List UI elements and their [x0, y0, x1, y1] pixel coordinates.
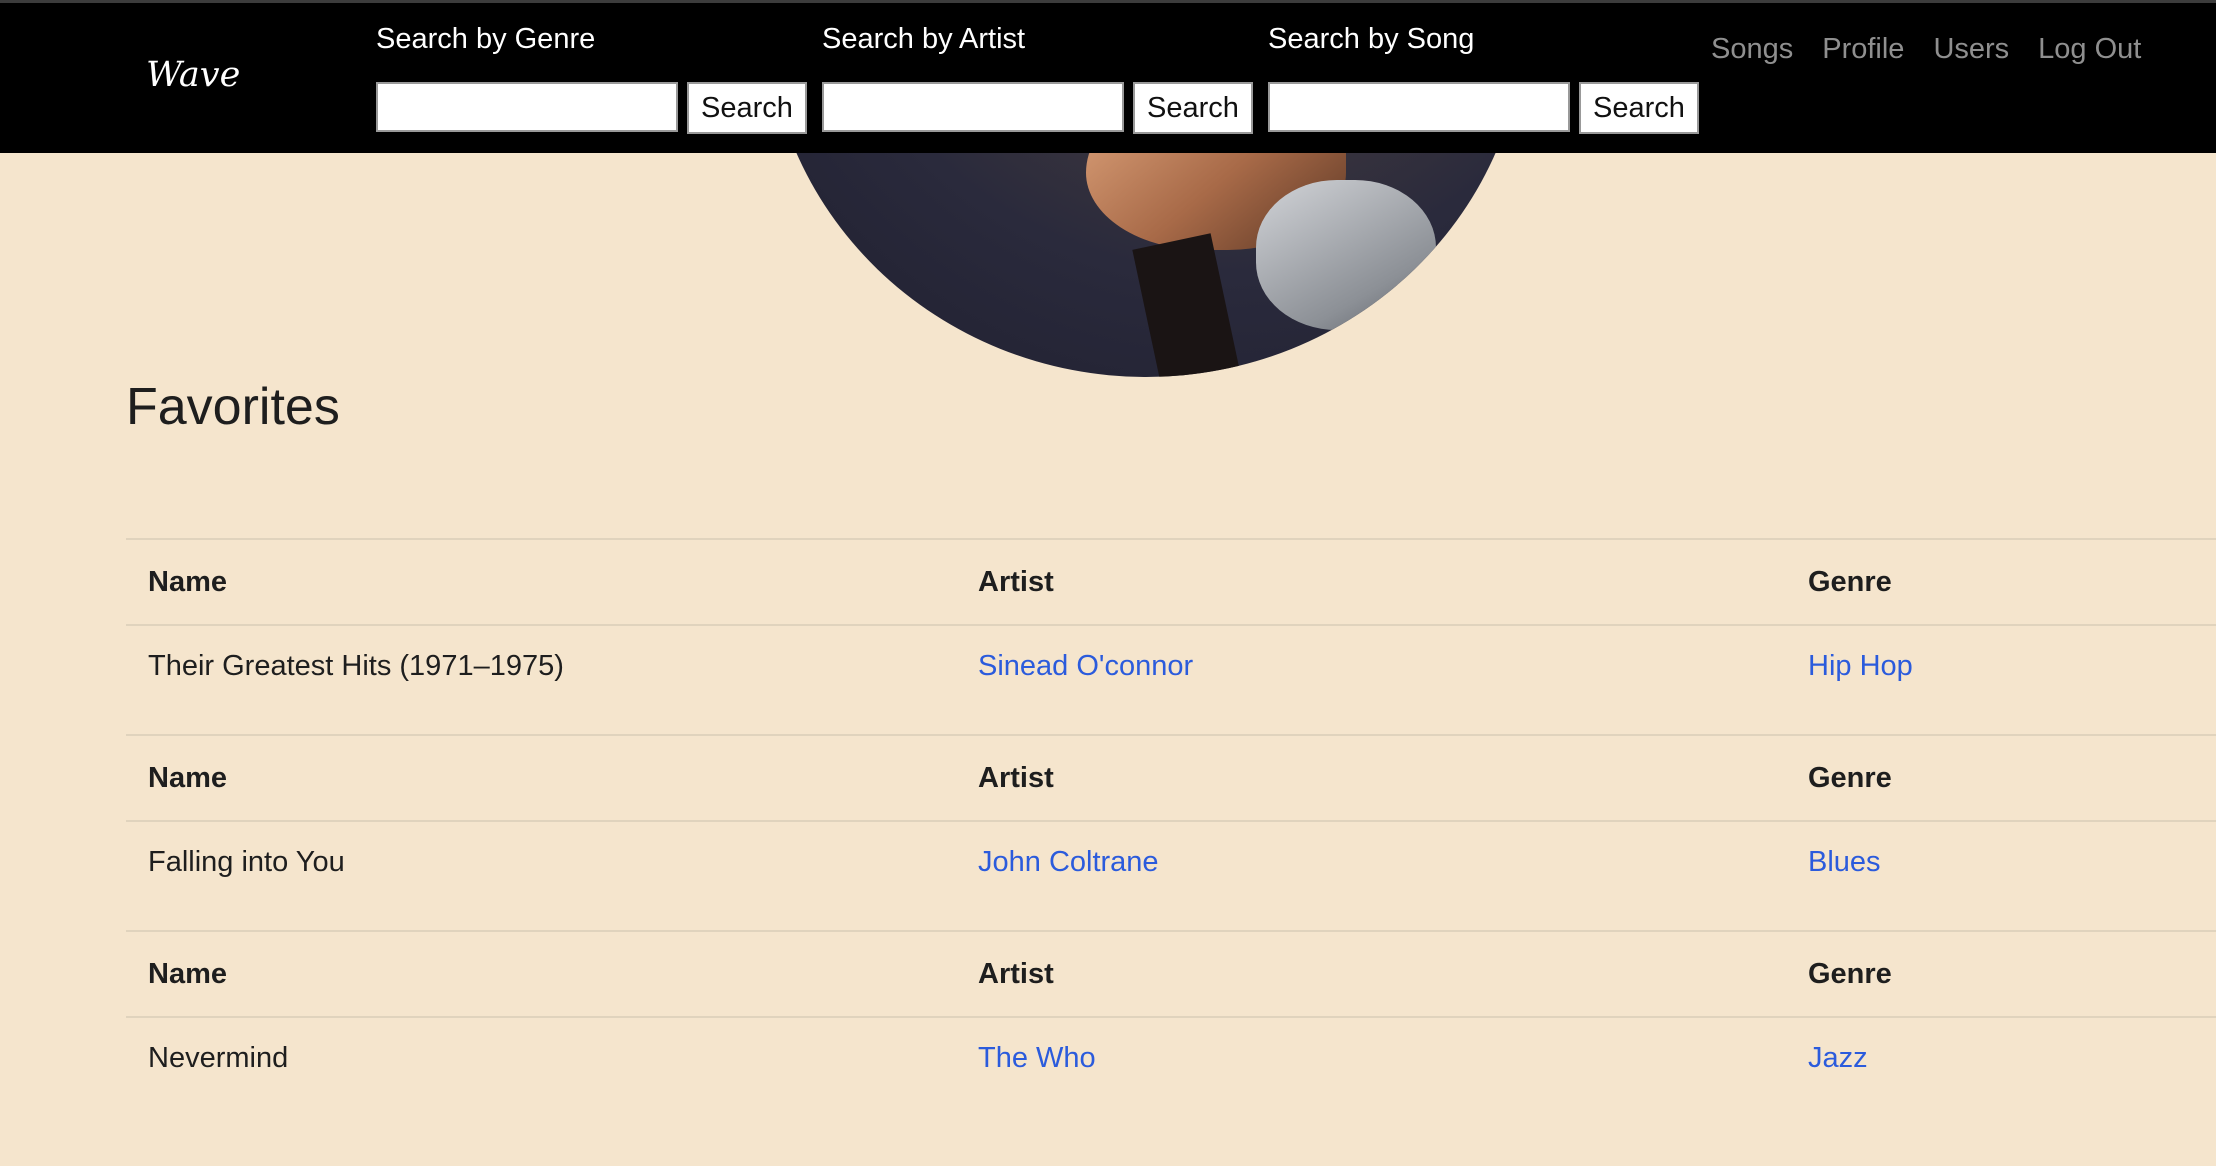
- genre-link[interactable]: Blues: [1808, 846, 1881, 878]
- table-header-row: Name Artist Genre: [126, 734, 2216, 821]
- table-row: Falling into You John Coltrane Blues: [126, 820, 2216, 931]
- header-genre: Genre: [1786, 538, 2216, 625]
- genre-search: Search by Genre Search: [376, 19, 807, 134]
- genre-cell: Hip Hop: [1786, 624, 2216, 735]
- artist-search-label: Search by Artist: [822, 23, 1026, 55]
- genre-link[interactable]: Jazz: [1808, 1042, 1868, 1074]
- table-header-row: Name Artist Genre: [126, 930, 2216, 1017]
- avatar-sleeve: [1256, 180, 1436, 330]
- table-row: Their Greatest Hits (1971–1975) Sinead O…: [126, 624, 2216, 735]
- genre-search-button[interactable]: Search: [687, 82, 807, 134]
- nav-profile[interactable]: Profile: [1822, 33, 1904, 66]
- nav-users[interactable]: Users: [1933, 33, 2009, 66]
- table-header-row: Name Artist Genre: [126, 538, 2216, 625]
- artist-link[interactable]: The Who: [978, 1042, 1096, 1074]
- top-navbar: Wave Search by Genre Search Search by Ar…: [0, 0, 2216, 153]
- header-artist: Artist: [956, 930, 1786, 1017]
- song-search-button[interactable]: Search: [1579, 82, 1699, 134]
- header-genre: Genre: [1786, 930, 2216, 1017]
- table-row: Nevermind The Who Jazz: [126, 1016, 2216, 1127]
- genre-cell: Blues: [1786, 820, 2216, 931]
- favorites-table: Name Artist Genre Their Greatest Hits (1…: [126, 538, 2216, 1127]
- genre-search-input[interactable]: [376, 82, 678, 132]
- artist-search-button[interactable]: Search: [1133, 82, 1253, 134]
- brand-logo[interactable]: Wave: [146, 55, 240, 95]
- genre-search-label: Search by Genre: [376, 23, 596, 55]
- header-name: Name: [126, 930, 956, 1017]
- artist-search: Search by Artist Search: [822, 19, 1253, 134]
- artist-cell: Sinead O'connor: [956, 624, 1786, 735]
- artist-cell: John Coltrane: [956, 820, 1786, 931]
- song-name: Falling into You: [126, 820, 956, 931]
- artist-link[interactable]: Sinead O'connor: [978, 650, 1193, 682]
- artist-link[interactable]: John Coltrane: [978, 846, 1159, 878]
- header-artist: Artist: [956, 734, 1786, 821]
- header-genre: Genre: [1786, 734, 2216, 821]
- song-name: Nevermind: [126, 1016, 956, 1127]
- nav-songs[interactable]: Songs: [1711, 33, 1793, 66]
- artist-search-input[interactable]: [822, 82, 1124, 132]
- header-artist: Artist: [956, 538, 1786, 625]
- avatar-shadow: [1132, 233, 1240, 377]
- song-name: Their Greatest Hits (1971–1975): [126, 624, 956, 735]
- header-name: Name: [126, 734, 956, 821]
- genre-cell: Jazz: [1786, 1016, 2216, 1127]
- nav-logout[interactable]: Log Out: [2038, 33, 2141, 66]
- genre-link[interactable]: Hip Hop: [1808, 650, 1913, 682]
- song-search: Search by Song Search: [1268, 19, 1699, 134]
- song-search-label: Search by Song: [1268, 23, 1475, 55]
- song-search-input[interactable]: [1268, 82, 1570, 132]
- artist-cell: The Who: [956, 1016, 1786, 1127]
- main-nav: Songs Profile Users Log Out: [1711, 33, 2141, 66]
- header-name: Name: [126, 538, 956, 625]
- favorites-title: Favorites: [126, 378, 340, 436]
